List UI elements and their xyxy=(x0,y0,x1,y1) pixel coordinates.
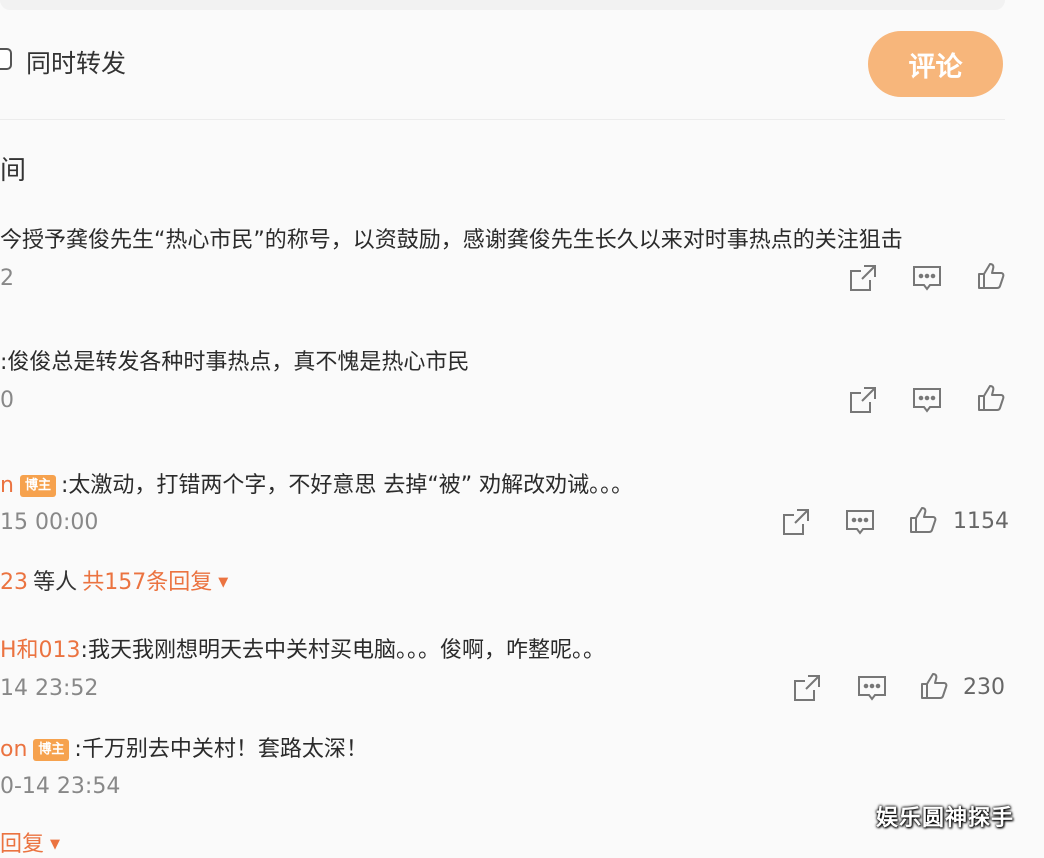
reply-total-link[interactable]: 共157条回复 ▼ xyxy=(82,570,228,595)
comment-text: :太激动，打错两个字，不好意思 去掉“被” 劝解改劝诫。。。 xyxy=(60,473,634,498)
chevron-down-icon: ▼ xyxy=(50,837,61,852)
comment-submit-button[interactable]: 评论 xyxy=(868,31,1003,97)
reply-timestamp: 0-14 23:54 xyxy=(0,774,121,799)
comment-meta: 0 xyxy=(0,388,14,413)
author-badge: 博主 xyxy=(19,475,56,497)
reply-timestamp: 14 23:52 xyxy=(0,676,99,701)
comment-timestamp: 15 00:00 xyxy=(0,510,99,535)
commenter-name[interactable]: n xyxy=(0,473,14,498)
comment-icon[interactable] xyxy=(911,384,943,416)
repost-checkbox[interactable] xyxy=(0,48,12,70)
reply-text: :千万别去中关村！套路太深！ xyxy=(74,737,368,762)
chevron-down-icon: ▼ xyxy=(218,575,229,590)
reply-user[interactable]: 23 xyxy=(0,570,28,595)
like-count: 230 xyxy=(963,675,1005,700)
reply-more-link[interactable]: 回复 ▼ xyxy=(0,826,60,858)
comment-line: n 博主:太激动，打错两个字，不好意思 去掉“被” 劝解改劝诫。。。 xyxy=(0,467,633,499)
like-icon[interactable] xyxy=(975,260,1007,292)
reply-summary[interactable]: 23 等人 共157条回复 ▼ xyxy=(0,564,228,596)
share-icon[interactable] xyxy=(791,672,823,704)
like-icon[interactable] xyxy=(918,670,950,702)
comment-text: :俊俊总是转发各种时事热点，真不愧是热心市民 xyxy=(0,350,470,375)
reply-text: :我天我刚想明天去中关村买电脑。。。俊啊，咋整呢。。 xyxy=(80,638,605,663)
replier-name[interactable]: H和013 xyxy=(0,638,81,663)
like-icon[interactable] xyxy=(907,504,939,536)
share-icon[interactable] xyxy=(780,506,812,538)
comment-icon[interactable] xyxy=(911,262,943,294)
repost-label: 同时转发 xyxy=(26,49,127,78)
like-icon[interactable] xyxy=(975,382,1007,414)
comment-icon[interactable] xyxy=(844,506,876,538)
comment-meta: 2 xyxy=(0,266,14,291)
reply-line: H和013:我天我刚想明天去中关村买电脑。。。俊啊，咋整呢。。 xyxy=(0,632,605,664)
author-badge: 博主 xyxy=(33,739,70,761)
comment-text: 今授予龚俊先生“热心市民”的称号，以资鼓励，感谢龚俊先生长久以来对时事热点的关注… xyxy=(0,228,903,253)
comment-icon[interactable] xyxy=(856,672,888,704)
share-icon[interactable] xyxy=(847,384,879,416)
divider xyxy=(0,119,1005,120)
watermark: 娱乐圆神探手 xyxy=(876,806,1015,831)
share-icon[interactable] xyxy=(847,262,879,294)
replier-name[interactable]: on xyxy=(0,737,27,762)
sort-by-time-tab[interactable]: 间 xyxy=(0,150,26,187)
reply-line: on 博主:千万别去中关村！套路太深！ xyxy=(0,731,368,763)
like-count: 1154 xyxy=(953,509,1009,534)
top-bar xyxy=(0,0,1005,10)
reply-others-label: 等人 xyxy=(33,570,78,595)
